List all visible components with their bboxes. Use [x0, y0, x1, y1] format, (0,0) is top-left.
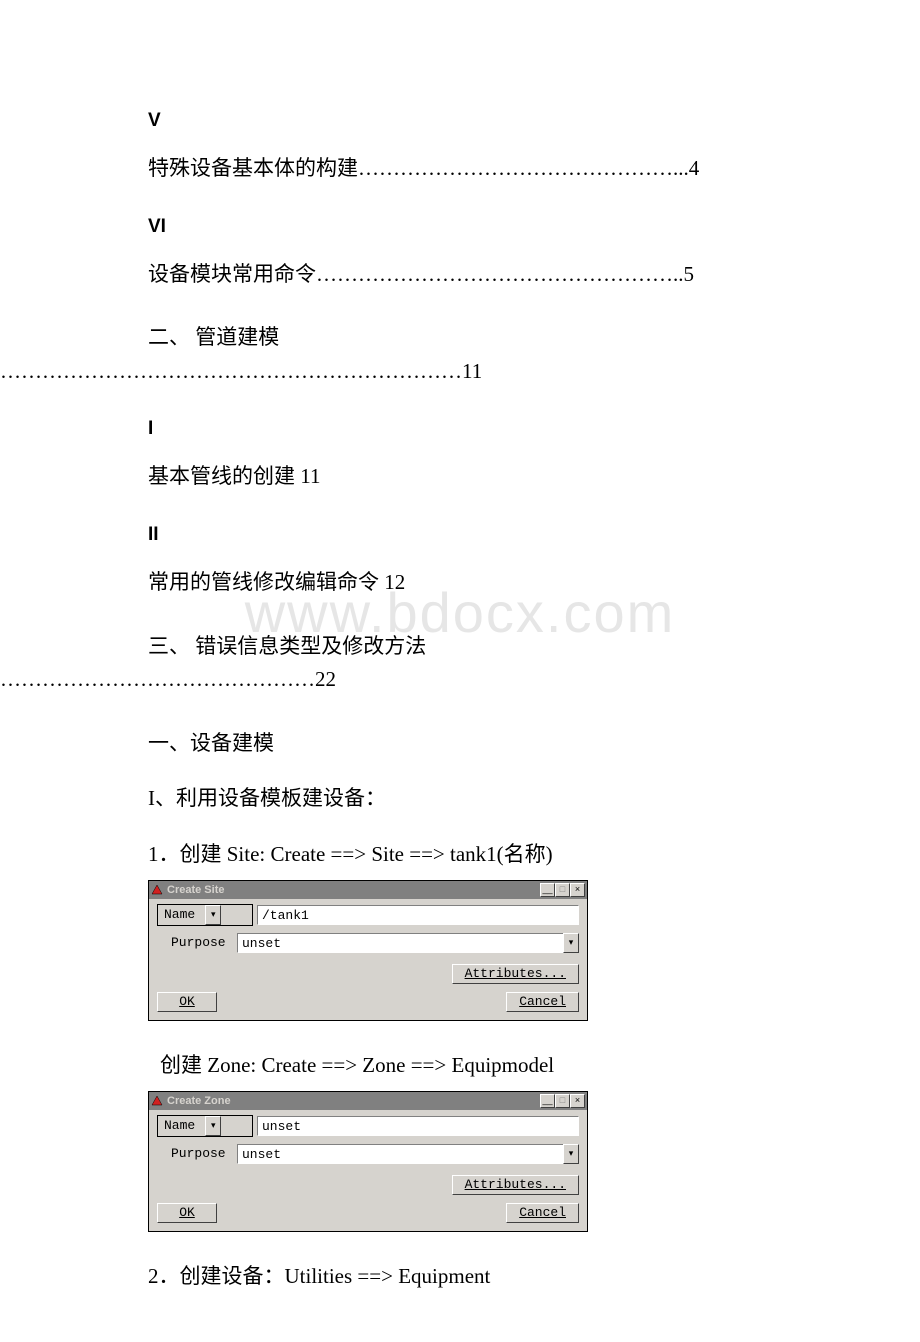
purpose-label: Purpose	[157, 935, 237, 950]
name-label-combo[interactable]: Name	[157, 1115, 253, 1137]
purpose-value[interactable]: unset	[237, 1144, 563, 1164]
attributes-button[interactable]: Attributes...	[452, 964, 579, 984]
purpose-value[interactable]: unset	[237, 933, 563, 953]
toc-marker-v: V	[148, 110, 880, 132]
dialog-title: Create Zone	[167, 1095, 231, 1107]
name-label: Name	[158, 1118, 205, 1133]
section-heading-1-sub: I、利用设备模板建设备：	[148, 782, 880, 816]
name-input[interactable]: /tank1	[257, 905, 579, 925]
purpose-select[interactable]: unset	[237, 1143, 579, 1165]
close-button[interactable]: ×	[570, 883, 585, 897]
ok-button[interactable]: OK	[157, 1203, 217, 1223]
toc-section-3-leader: ………………………………………22	[0, 663, 880, 697]
toc-entry-vi: 设备模块常用命令……………………………………………..5	[148, 258, 880, 292]
toc-entry-v: 特殊设备基本体的构建………………………………………...4	[148, 152, 880, 186]
purpose-select[interactable]: unset	[237, 932, 579, 954]
name-label-combo[interactable]: Name	[157, 904, 253, 926]
maximize-button[interactable]: □	[555, 883, 570, 897]
close-button[interactable]: ×	[570, 1094, 585, 1108]
chevron-down-icon[interactable]	[563, 933, 579, 953]
create-zone-dialog: Create Zone __ □ × Name unset Purpose un…	[148, 1091, 588, 1232]
chevron-down-icon[interactable]	[563, 1144, 579, 1164]
toc-entry-ii: 常用的管线修改编辑命令 12	[148, 566, 880, 600]
toc-marker-vi: VI	[148, 216, 880, 238]
toc-marker-i: I	[148, 418, 880, 440]
dialog-titlebar[interactable]: Create Site __ □ ×	[149, 881, 587, 899]
cancel-button[interactable]: Cancel	[506, 992, 579, 1012]
step-1-text: 1．创建 Site: Create ==> Site ==> tank1(名称)	[148, 838, 880, 868]
dialog-titlebar[interactable]: Create Zone __ □ ×	[149, 1092, 587, 1110]
create-site-dialog: Create Site __ □ × Name /tank1 Purpose u…	[148, 880, 588, 1021]
chevron-down-icon[interactable]	[205, 905, 221, 925]
app-icon	[151, 884, 163, 896]
step-2-text: 2．创建设备：Utilities ==> Equipment	[148, 1260, 880, 1290]
toc-section-2-title: 二、 管道建模	[148, 321, 880, 355]
ok-button[interactable]: OK	[157, 992, 217, 1012]
name-label: Name	[158, 907, 205, 922]
zone-text: 创建 Zone: Create ==> Zone ==> Equipmodel	[160, 1049, 880, 1079]
dialog-title: Create Site	[167, 884, 224, 896]
app-icon	[151, 1095, 163, 1107]
maximize-button[interactable]: □	[555, 1094, 570, 1108]
toc-section-3-title: 三、 错误信息类型及修改方法	[148, 630, 880, 664]
attributes-button[interactable]: Attributes...	[452, 1175, 579, 1195]
toc-marker-ii: II	[148, 524, 880, 546]
toc-entry-i: 基本管线的创建 11	[148, 460, 880, 494]
name-input[interactable]: unset	[257, 1116, 579, 1136]
document-page: V 特殊设备基本体的构建………………………………………...4 VI 设备模块常…	[0, 0, 920, 1342]
minimize-button[interactable]: __	[540, 883, 555, 897]
chevron-down-icon[interactable]	[205, 1116, 221, 1136]
cancel-button[interactable]: Cancel	[506, 1203, 579, 1223]
purpose-label: Purpose	[157, 1146, 237, 1161]
section-heading-1: 一、设备建模	[148, 727, 880, 761]
minimize-button[interactable]: __	[540, 1094, 555, 1108]
toc-section-2-leader: …………………………………………………………11	[0, 355, 880, 389]
